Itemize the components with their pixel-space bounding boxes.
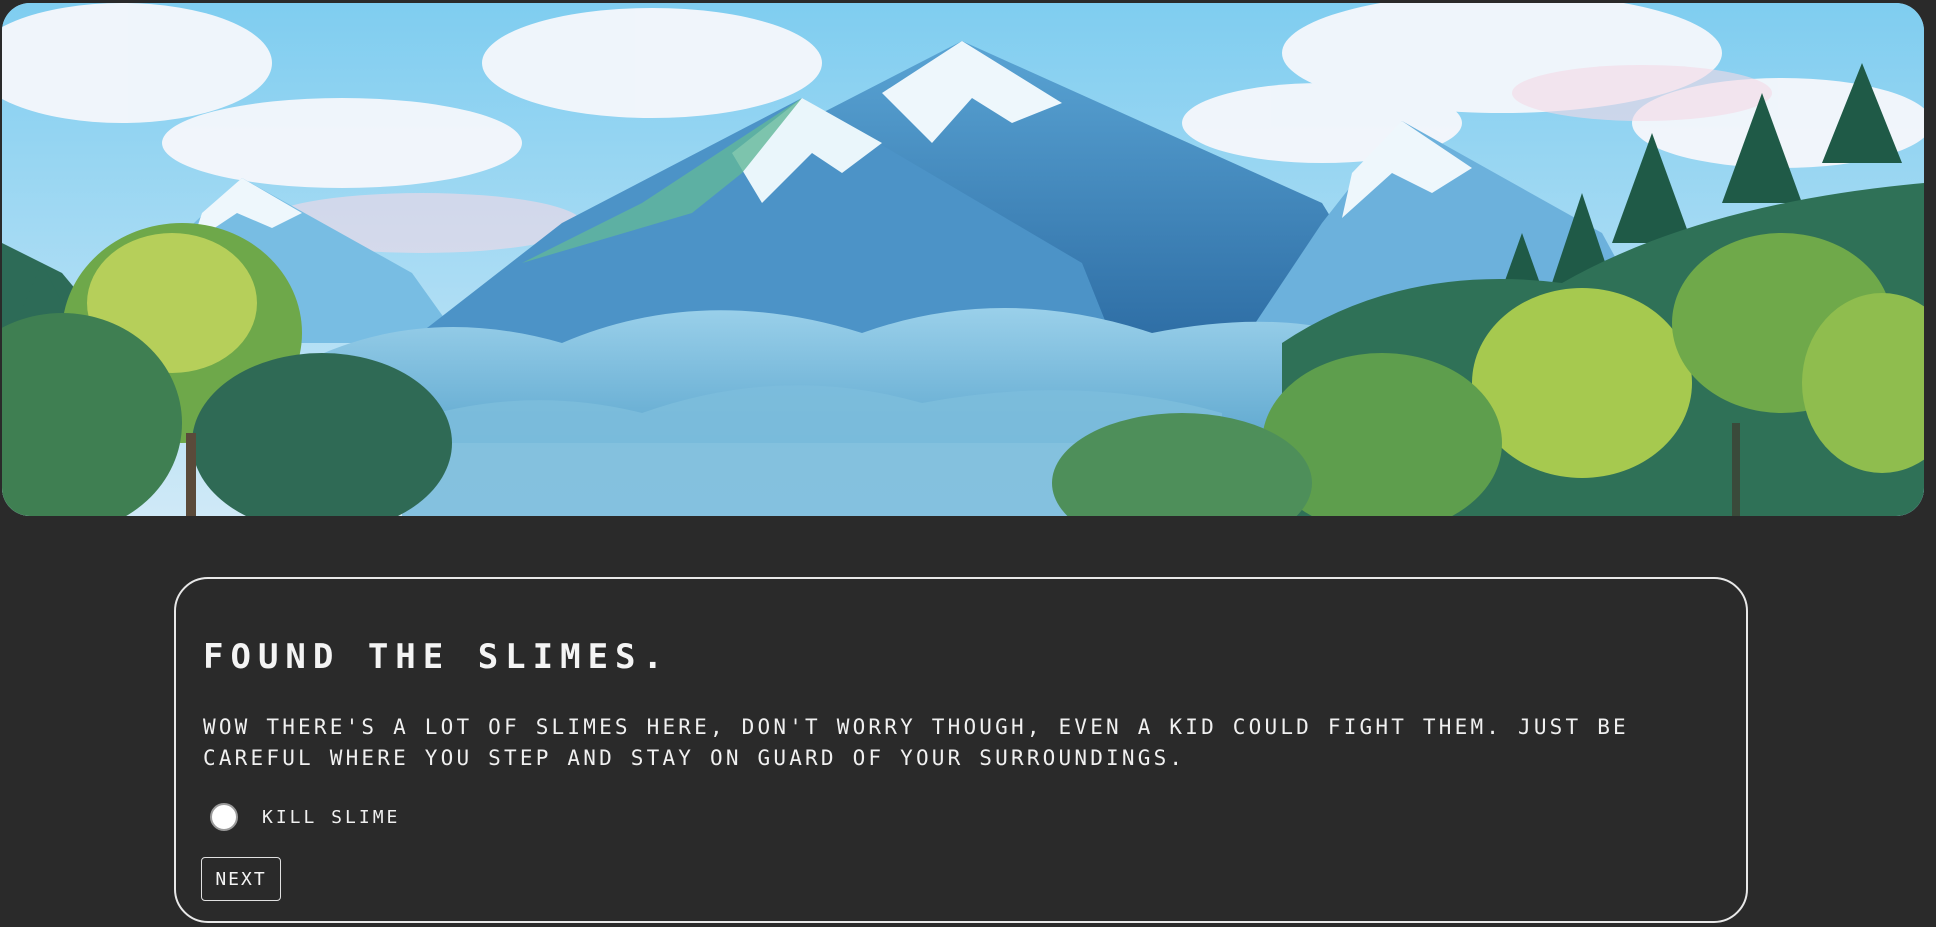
story-description: WOW THERE'S A LOT OF SLIMES HERE, DON'T … bbox=[203, 715, 1629, 770]
option-kill-slime[interactable]: KILL SLIME bbox=[210, 803, 400, 831]
next-button[interactable]: NEXT bbox=[201, 857, 281, 901]
scene-image bbox=[2, 3, 1924, 516]
kill-slime-radio[interactable] bbox=[210, 803, 238, 831]
mountain-landscape-icon bbox=[2, 3, 1924, 516]
option-label: KILL SLIME bbox=[262, 806, 401, 828]
story-card: FOUND THE SLIMES. WOW THERE'S A LOT OF S… bbox=[174, 577, 1748, 923]
story-title: FOUND THE SLIMES. bbox=[203, 637, 670, 677]
